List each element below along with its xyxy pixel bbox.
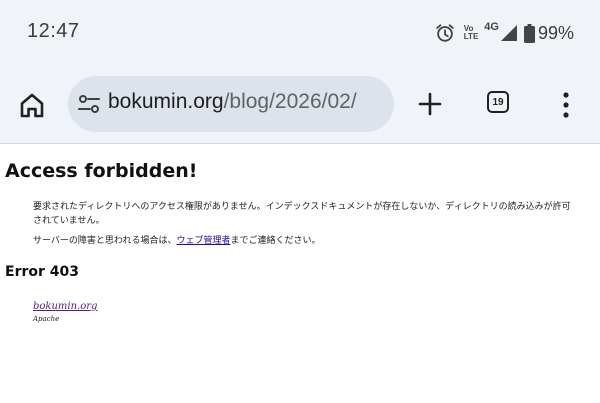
contact-text-after: までご連絡ください。 [230, 236, 321, 246]
battery-level: 99% [537, 22, 574, 43]
volte-indicator: Vo LTE [464, 25, 479, 41]
page-content: Access forbidden! 要求されたディレクトリへのアクセス権限があり… [0, 144, 600, 403]
url-text: bokumin.org/blog/2026/02/ [108, 90, 357, 114]
status-icons: Vo LTE 4G 99% [434, 20, 574, 46]
webmaster-link[interactable]: ウェブ管理者 [176, 236, 230, 246]
site-link[interactable]: bokumin.org [33, 301, 97, 312]
page-title: Access forbidden! [5, 160, 198, 182]
signal-icon [500, 25, 517, 41]
url-host: bokumin.org [108, 90, 224, 113]
home-icon[interactable] [17, 90, 47, 120]
tune-icon[interactable] [77, 93, 101, 115]
browser-toolbar: bokumin.org/blog/2026/02/ 19 [0, 66, 600, 144]
contact-message: サーバーの障害と思われる場合は、ウェブ管理者までご連絡ください。 [33, 234, 573, 248]
url-path: /blog/2026/02/ [223, 90, 357, 113]
battery-icon [523, 23, 535, 43]
server-software: Apache [33, 315, 60, 323]
tab-switcher-button[interactable]: 19 [487, 91, 509, 113]
error-code-heading: Error 403 [5, 264, 79, 280]
network-type: 4G [484, 21, 499, 33]
error-description: 要求されたディレクトリへのアクセス権限がありません。インデックスドキュメントが存… [33, 202, 571, 226]
tab-count: 19 [492, 96, 504, 108]
contact-text-before: サーバーの障害と思われる場合は、 [33, 236, 177, 246]
plus-icon[interactable] [417, 91, 443, 117]
status-time: 12:47 [27, 20, 80, 42]
server-address: bokumin.org Apache [33, 294, 97, 323]
url-bar[interactable]: bokumin.org/blog/2026/02/ [68, 76, 394, 132]
status-bar: 12:47 Vo LTE 4G 99% [0, 0, 600, 66]
more-vert-icon[interactable] [558, 90, 574, 120]
volte-line2: LTE [463, 32, 479, 41]
alarm-icon [436, 24, 454, 42]
